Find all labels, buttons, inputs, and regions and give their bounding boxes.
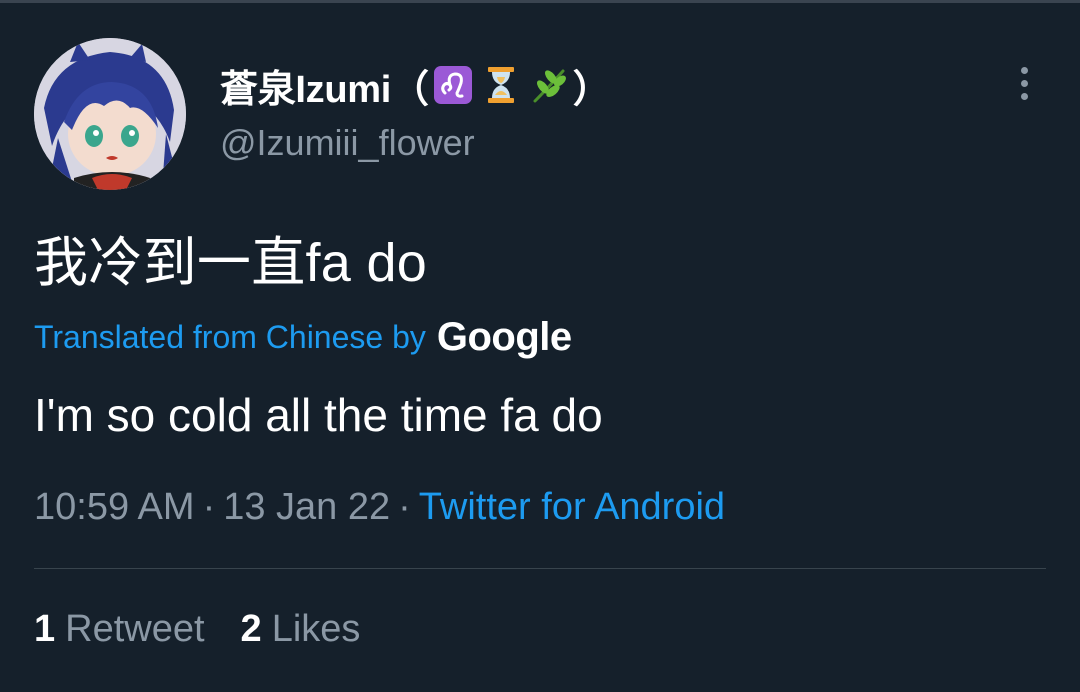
- retweets-stat[interactable]: 1 Retweet: [34, 608, 205, 651]
- top-divider: [0, 0, 1080, 3]
- translated-text: I'm so cold all the time fa do: [34, 389, 603, 441]
- tweet-time[interactable]: 10:59 AM: [34, 486, 195, 528]
- likes-label: Likes: [271, 608, 361, 650]
- tweet-text: 我冷到一直fa do: [34, 233, 428, 293]
- meta-separator: ·: [202, 486, 216, 528]
- likes-stat[interactable]: 2 Likes: [241, 608, 361, 651]
- likes-count: 2: [240, 608, 262, 650]
- engagement-stats: 1 Retweet 2 Likes: [34, 608, 360, 651]
- herb-icon: [528, 64, 570, 106]
- author-handle[interactable]: @Izumiii_flower: [220, 122, 475, 164]
- retweets-label: Retweet: [65, 608, 205, 650]
- name-close-paren: ）: [572, 68, 611, 111]
- meta-separator: ·: [398, 486, 411, 528]
- retweets-count: 1: [34, 608, 56, 650]
- tweet-date[interactable]: 13 Jan 22: [223, 486, 390, 528]
- author-name-text: 蒼泉Izumi: [220, 68, 392, 111]
- avatar[interactable]: [34, 38, 186, 190]
- tweet-meta: 10:59 AM · 13 Jan 22 · Twitter for Android: [34, 486, 725, 529]
- hourglass-icon: [480, 64, 522, 106]
- google-logo: Google: [436, 314, 572, 359]
- more-options-icon[interactable]: [1004, 62, 1044, 104]
- translated-from-link[interactable]: Translated from Chinese by: [34, 319, 426, 356]
- avatar-image: [34, 38, 186, 190]
- tweet-source-link[interactable]: Twitter for Android: [419, 486, 725, 528]
- leo-sign-icon: [432, 64, 474, 106]
- tweet-detail: 蒼泉Izumi （ ） @Izumiii_flower 我冷到一直fa do T…: [0, 0, 1080, 692]
- stats-divider: [34, 568, 1046, 569]
- translation-notice: Translated from Chinese by Google: [34, 312, 572, 362]
- name-open-paren: （: [391, 68, 429, 111]
- author-name[interactable]: 蒼泉Izumi （ ）: [220, 60, 611, 111]
